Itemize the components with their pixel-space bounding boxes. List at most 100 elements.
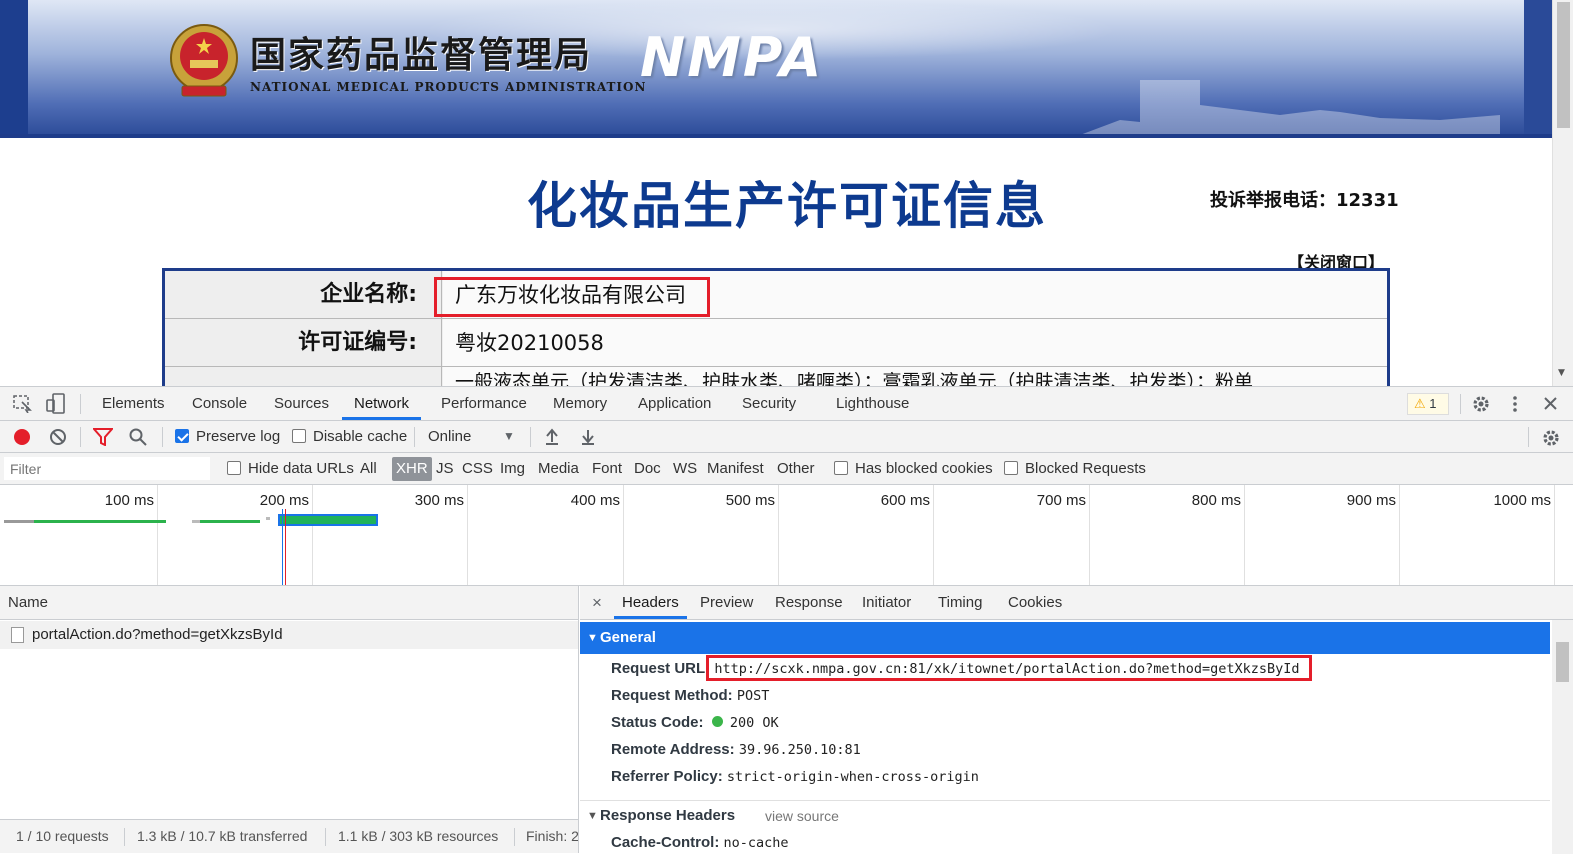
hide-data-urls-label[interactable]: Hide data URLs <box>248 460 354 477</box>
detail-scrollbar[interactable] <box>1552 620 1573 854</box>
throttling-dropdown-icon[interactable]: ▼ <box>503 429 515 443</box>
filter-type-all[interactable]: All <box>360 460 377 477</box>
tab-lighthouse[interactable]: Lighthouse <box>824 387 921 420</box>
resources-size: 1.1 kB / 303 kB resources <box>338 828 499 844</box>
tab-performance[interactable]: Performance <box>429 387 539 420</box>
company-name-label: 企业名称: <box>165 271 442 318</box>
record-icon[interactable] <box>13 428 31 446</box>
preserve-log-checkbox[interactable] <box>175 429 189 443</box>
filter-icon[interactable] <box>93 428 113 446</box>
tab-response[interactable]: Response <box>767 586 851 619</box>
tab-network[interactable]: Network <box>342 387 422 420</box>
tab-cookies[interactable]: Cookies <box>1000 586 1070 619</box>
tab-sources[interactable]: Sources <box>262 387 341 420</box>
filter-type-doc[interactable]: Doc <box>634 460 661 477</box>
network-status-bar: 1 / 10 requests 1.3 kB / 10.7 kB transfe… <box>0 819 579 853</box>
view-source-link[interactable]: view source <box>765 801 839 831</box>
devtools-tabbar: Elements Console Sources Network Perform… <box>0 387 1573 421</box>
scroll-down-arrow-icon[interactable]: ▼ <box>1558 368 1565 378</box>
request-method-key: Request Method: <box>611 687 733 704</box>
disable-cache-label[interactable]: Disable cache <box>313 428 407 445</box>
blocked-requests-label[interactable]: Blocked Requests <box>1025 460 1146 477</box>
column-header-name[interactable]: Name <box>0 586 578 620</box>
load-event-marker <box>285 509 286 585</box>
general-section-header[interactable]: ▼ General <box>580 622 1550 654</box>
tab-preview[interactable]: Preview <box>692 586 761 619</box>
filter-type-css[interactable]: CSS <box>462 460 493 477</box>
close-detail-icon[interactable]: × <box>584 586 610 619</box>
expand-triangle-icon: ▼ <box>587 632 598 644</box>
tab-application[interactable]: Application <box>626 387 723 420</box>
filter-type-ws[interactable]: WS <box>673 460 697 477</box>
tab-initiator[interactable]: Initiator <box>854 586 919 619</box>
hide-data-urls-checkbox[interactable] <box>227 461 241 475</box>
warnings-badge[interactable]: ⚠ 1 <box>1407 393 1449 415</box>
request-detail-panel: × Headers Preview Response Initiator Tim… <box>580 586 1573 854</box>
webpage-scrollbar[interactable]: ▼ <box>1552 0 1573 386</box>
search-icon[interactable] <box>129 428 147 446</box>
device-toolbar-icon[interactable] <box>46 393 66 415</box>
expand-triangle-icon: ▼ <box>587 810 598 822</box>
tab-headers[interactable]: Headers <box>614 586 687 619</box>
warning-icon: ⚠ <box>1414 396 1426 411</box>
disable-cache-checkbox[interactable] <box>292 429 306 443</box>
table-row: 许可证编号: 粤妆20210058 <box>165 319 1387 367</box>
overview-request-bar <box>200 520 260 523</box>
tab-security[interactable]: Security <box>730 387 808 420</box>
table-row: 企业名称: 广东万妆化妆品有限公司 <box>165 271 1387 319</box>
filter-type-img[interactable]: Img <box>500 460 525 477</box>
request-url-highlight-box <box>706 655 1312 681</box>
remote-address-key: Remote Address: <box>611 741 735 758</box>
filter-type-js[interactable]: JS <box>436 460 454 477</box>
site-banner: 国家药品监督管理局 NATIONAL MEDICAL PRODUCTS ADMI… <box>0 0 1552 138</box>
filter-type-manifest[interactable]: Manifest <box>707 460 764 477</box>
cache-control-key: Cache-Control: <box>611 834 720 851</box>
tick-label: 800 ms <box>1191 492 1241 509</box>
request-name[interactable]: portalAction.do?method=getXkzsById <box>32 621 283 649</box>
network-overview-timeline[interactable]: 100 ms 200 ms 300 ms 400 ms 500 ms 600 m… <box>0 485 1573 586</box>
import-har-icon[interactable] <box>544 428 560 446</box>
filter-type-media[interactable]: Media <box>538 460 579 477</box>
tab-memory[interactable]: Memory <box>541 387 619 420</box>
filter-input[interactable] <box>4 457 210 480</box>
throttling-select[interactable]: Online <box>428 428 471 445</box>
devtools-panel: Elements Console Sources Network Perform… <box>0 386 1573 854</box>
scrollbar-thumb[interactable] <box>1557 2 1570 128</box>
scrollbar-thumb[interactable] <box>1556 642 1569 682</box>
company-name-highlight-box <box>434 277 710 317</box>
preserve-log-label[interactable]: Preserve log <box>196 428 280 445</box>
detail-tabbar: × Headers Preview Response Initiator Tim… <box>580 586 1573 620</box>
filter-type-font[interactable]: Font <box>592 460 622 477</box>
status-code-key: Status Code: <box>611 714 704 731</box>
clear-icon[interactable] <box>49 428 67 446</box>
tab-timing[interactable]: Timing <box>930 586 990 619</box>
has-blocked-cookies-label[interactable]: Has blocked cookies <box>855 460 993 477</box>
response-headers-section-header[interactable]: ▼ Response Headers view source <box>580 800 1550 830</box>
close-devtools-icon[interactable] <box>1543 396 1558 411</box>
great-wall-graphic <box>1082 80 1500 134</box>
request-url-key: Request URL: <box>611 660 711 677</box>
tab-elements[interactable]: Elements <box>90 387 177 420</box>
tab-console[interactable]: Console <box>180 387 259 420</box>
table-row[interactable]: portalAction.do?method=getXkzsById <box>0 621 578 649</box>
network-settings-gear-icon[interactable] <box>1541 428 1561 448</box>
org-name-en: NATIONAL MEDICAL PRODUCTS ADMINISTRATION <box>250 80 647 94</box>
more-options-icon[interactable] <box>1511 394 1519 414</box>
filter-type-other[interactable]: Other <box>777 460 815 477</box>
status-code-value: 200 OK <box>729 715 779 731</box>
overview-request-bar <box>34 520 166 523</box>
filter-type-xhr[interactable]: XHR <box>392 457 432 481</box>
export-har-icon[interactable] <box>580 428 596 446</box>
screen: 国家药品监督管理局 NATIONAL MEDICAL PRODUCTS ADMI… <box>0 0 1573 854</box>
tick-label: 1000 ms <box>1493 492 1551 509</box>
overview-request-bar <box>266 517 270 520</box>
overview-request-bar <box>192 520 200 523</box>
has-blocked-cookies-checkbox[interactable] <box>834 461 848 475</box>
national-emblem-icon <box>170 24 238 97</box>
settings-gear-icon[interactable] <box>1471 394 1491 414</box>
blocked-requests-checkbox[interactable] <box>1004 461 1018 475</box>
transferred-size: 1.3 kB / 10.7 kB transferred <box>137 828 308 844</box>
inspect-element-icon[interactable] <box>13 395 33 413</box>
tick-label: 100 ms <box>104 492 154 509</box>
cache-control-row: Cache-Control: no-cache <box>611 834 789 851</box>
